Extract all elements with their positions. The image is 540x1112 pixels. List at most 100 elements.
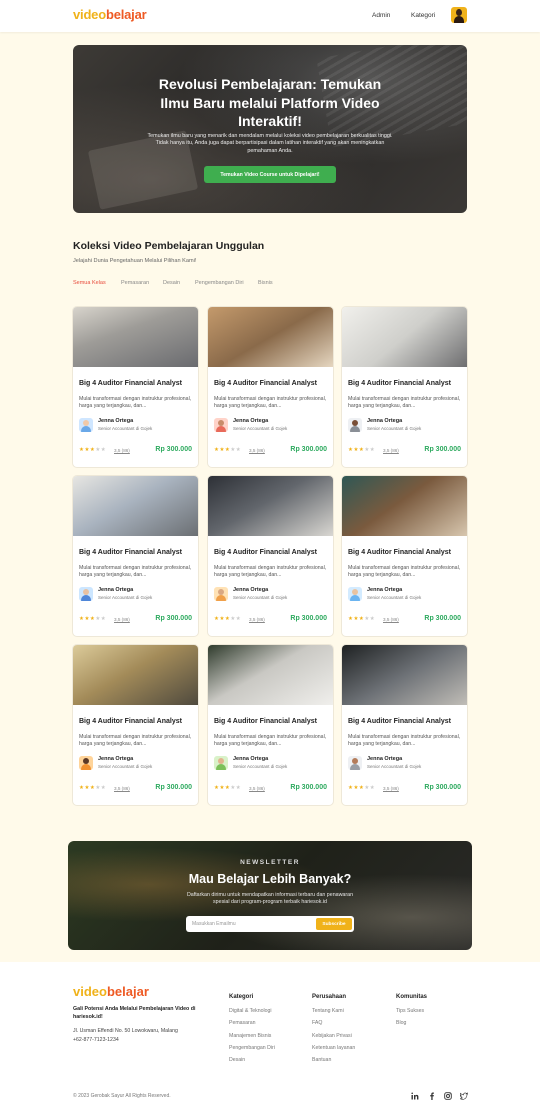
instructor-name: Jenna Ortega xyxy=(367,587,403,593)
course-price: Rp 300.000 xyxy=(155,615,192,622)
course-title[interactable]: Big 4 Auditor Financial Analyst xyxy=(214,718,317,725)
instagram-icon[interactable] xyxy=(443,1091,452,1100)
course-title[interactable]: Big 4 Auditor Financial Analyst xyxy=(348,718,451,725)
nav-kategori-link[interactable]: Kategori xyxy=(411,12,435,19)
footer-link[interactable]: Blog xyxy=(396,1020,406,1026)
course-thumbnail[interactable] xyxy=(73,307,198,367)
hero-cta-button[interactable]: Temukan Video Course untuk Dipelajari! xyxy=(204,166,336,183)
footer-link[interactable]: Digital & Teknologi xyxy=(229,1008,272,1014)
footer-logo[interactable]: videobelajar xyxy=(73,984,149,999)
logo[interactable]: videobelajar xyxy=(73,7,147,22)
rating-stars: ★★★★★ xyxy=(79,616,106,622)
rating-stars: ★★★★★ xyxy=(214,616,241,622)
course-description: Mulai transformasi dengan instruktur pro… xyxy=(214,396,327,410)
rating-value[interactable]: 3,5 (86) xyxy=(383,448,399,453)
instructor-name: Jenna Ortega xyxy=(98,587,134,593)
footer-link[interactable]: Manajemen Bisnis xyxy=(229,1033,271,1039)
tab-semua-kelas[interactable]: Semua Kelas xyxy=(73,280,106,286)
rating-value[interactable]: 3,5 (86) xyxy=(249,786,265,791)
tab-bisnis[interactable]: Bisnis xyxy=(258,280,273,286)
course-card[interactable]: Big 4 Auditor Financial Analyst Mulai tra… xyxy=(208,645,333,805)
rating-value[interactable]: 3,5 (86) xyxy=(249,617,265,622)
course-price: Rp 300.000 xyxy=(290,615,327,622)
newsletter-form: Subscribe xyxy=(186,916,354,932)
course-price: Rp 300.000 xyxy=(424,784,461,791)
footer-link[interactable]: Kebijakan Privasi xyxy=(312,1033,352,1039)
course-thumbnail[interactable] xyxy=(342,645,467,705)
course-title[interactable]: Big 4 Auditor Financial Analyst xyxy=(79,380,182,387)
footer-column-title: Komunitas xyxy=(396,994,428,1000)
course-thumbnail[interactable] xyxy=(342,476,467,536)
footer-link[interactable]: Pemasaran xyxy=(229,1020,256,1026)
footer-link[interactable]: Ketentuan layanan xyxy=(312,1045,355,1051)
rating-stars: ★★★★★ xyxy=(348,785,375,791)
subscribe-button[interactable]: Subscribe xyxy=(316,918,352,930)
instructor-avatar xyxy=(79,756,93,770)
course-title[interactable]: Big 4 Auditor Financial Analyst xyxy=(79,718,182,725)
instructor-role: Senior Accountant di Gojek xyxy=(98,426,153,431)
tab-pemasaran[interactable]: Pemasaran xyxy=(121,280,149,286)
nav-admin-link[interactable]: Admin xyxy=(372,12,390,19)
course-card[interactable]: Big 4 Auditor Financial Analyst Mulai tra… xyxy=(208,476,333,636)
course-thumbnail[interactable] xyxy=(208,645,333,705)
course-title[interactable]: Big 4 Auditor Financial Analyst xyxy=(214,380,317,387)
hero-title: Revolusi Pembelajaran: Temukan Ilmu Baru… xyxy=(158,76,382,129)
instructor-name: Jenna Ortega xyxy=(98,756,134,762)
course-card[interactable]: Big 4 Auditor Financial Analyst Mulai tra… xyxy=(342,476,467,636)
rating-value[interactable]: 3,5 (86) xyxy=(114,786,130,791)
course-price: Rp 300.000 xyxy=(290,446,327,453)
course-card[interactable]: Big 4 Auditor Financial Analyst Mulai tra… xyxy=(73,645,198,805)
footer-link[interactable]: Tips Sukses xyxy=(396,1008,424,1014)
email-input[interactable] xyxy=(192,919,312,929)
collection-subtitle: Jelajahi Dunia Pengetahuan Melalui Pilih… xyxy=(73,258,197,264)
rating-value[interactable]: 3,5 (86) xyxy=(383,617,399,622)
footer-link[interactable]: FAQ xyxy=(312,1020,322,1026)
linkedin-icon[interactable] xyxy=(410,1091,419,1100)
rating-value[interactable]: 3,5 (86) xyxy=(249,448,265,453)
course-price: Rp 300.000 xyxy=(155,784,192,791)
avatar-body xyxy=(216,426,226,432)
course-card[interactable]: Big 4 Auditor Financial Analyst Mulai tra… xyxy=(208,307,333,467)
footer-column-title: Kategori xyxy=(229,994,254,1000)
instructor-role: Senior Accountant di Gojek xyxy=(233,426,288,431)
course-thumbnail[interactable] xyxy=(342,307,467,367)
course-thumbnail[interactable] xyxy=(73,645,198,705)
course-description: Mulai transformasi dengan instruktur pro… xyxy=(214,734,327,748)
tab-desain[interactable]: Desain xyxy=(163,280,180,286)
course-price: Rp 300.000 xyxy=(424,615,461,622)
facebook-icon[interactable] xyxy=(427,1091,436,1100)
rating-value[interactable]: 3,5 (86) xyxy=(114,448,130,453)
course-card[interactable]: Big 4 Auditor Financial Analyst Mulai tra… xyxy=(73,307,198,467)
rating-stars: ★★★★★ xyxy=(79,447,106,453)
course-card[interactable]: Big 4 Auditor Financial Analyst Mulai tra… xyxy=(73,476,198,636)
twitter-icon[interactable] xyxy=(459,1091,468,1100)
course-card[interactable]: Big 4 Auditor Financial Analyst Mulai tra… xyxy=(342,307,467,467)
rating-value[interactable]: 3,5 (86) xyxy=(383,786,399,791)
rating-value[interactable]: 3,5 (86) xyxy=(114,617,130,622)
instructor-name: Jenna Ortega xyxy=(98,418,134,424)
avatar-body xyxy=(81,426,91,432)
user-avatar[interactable] xyxy=(451,7,467,23)
course-thumbnail[interactable] xyxy=(208,476,333,536)
star-icon: ★ xyxy=(369,616,376,622)
course-description: Mulai transformasi dengan instruktur pro… xyxy=(79,734,192,748)
course-title[interactable]: Big 4 Auditor Financial Analyst xyxy=(348,549,451,556)
footer-link[interactable]: Bantuan xyxy=(312,1057,331,1063)
footer-link[interactable]: Desain xyxy=(229,1057,245,1063)
newsletter-title: Mau Belajar Lebih Banyak? xyxy=(188,872,352,886)
course-card[interactable]: Big 4 Auditor Financial Analyst Mulai tra… xyxy=(342,645,467,805)
hero-banner: Revolusi Pembelajaran: Temukan Ilmu Baru… xyxy=(73,45,467,213)
tab-pengembangan-diri[interactable]: Pengembangan Diri xyxy=(195,280,244,286)
course-title[interactable]: Big 4 Auditor Financial Analyst xyxy=(348,380,451,387)
course-title[interactable]: Big 4 Auditor Financial Analyst xyxy=(214,549,317,556)
avatar-body xyxy=(454,16,464,23)
footer-link[interactable]: Pengembangan Diri xyxy=(229,1045,275,1051)
avatar-body xyxy=(81,764,91,770)
avatar-body xyxy=(350,595,360,601)
course-thumbnail[interactable] xyxy=(208,307,333,367)
footer-link[interactable]: Tentang Kami xyxy=(312,1008,344,1014)
course-title[interactable]: Big 4 Auditor Financial Analyst xyxy=(79,549,182,556)
rating-stars: ★★★★★ xyxy=(214,785,241,791)
instructor-role: Senior Accountant di Gojek xyxy=(367,764,422,769)
course-thumbnail[interactable] xyxy=(73,476,198,536)
